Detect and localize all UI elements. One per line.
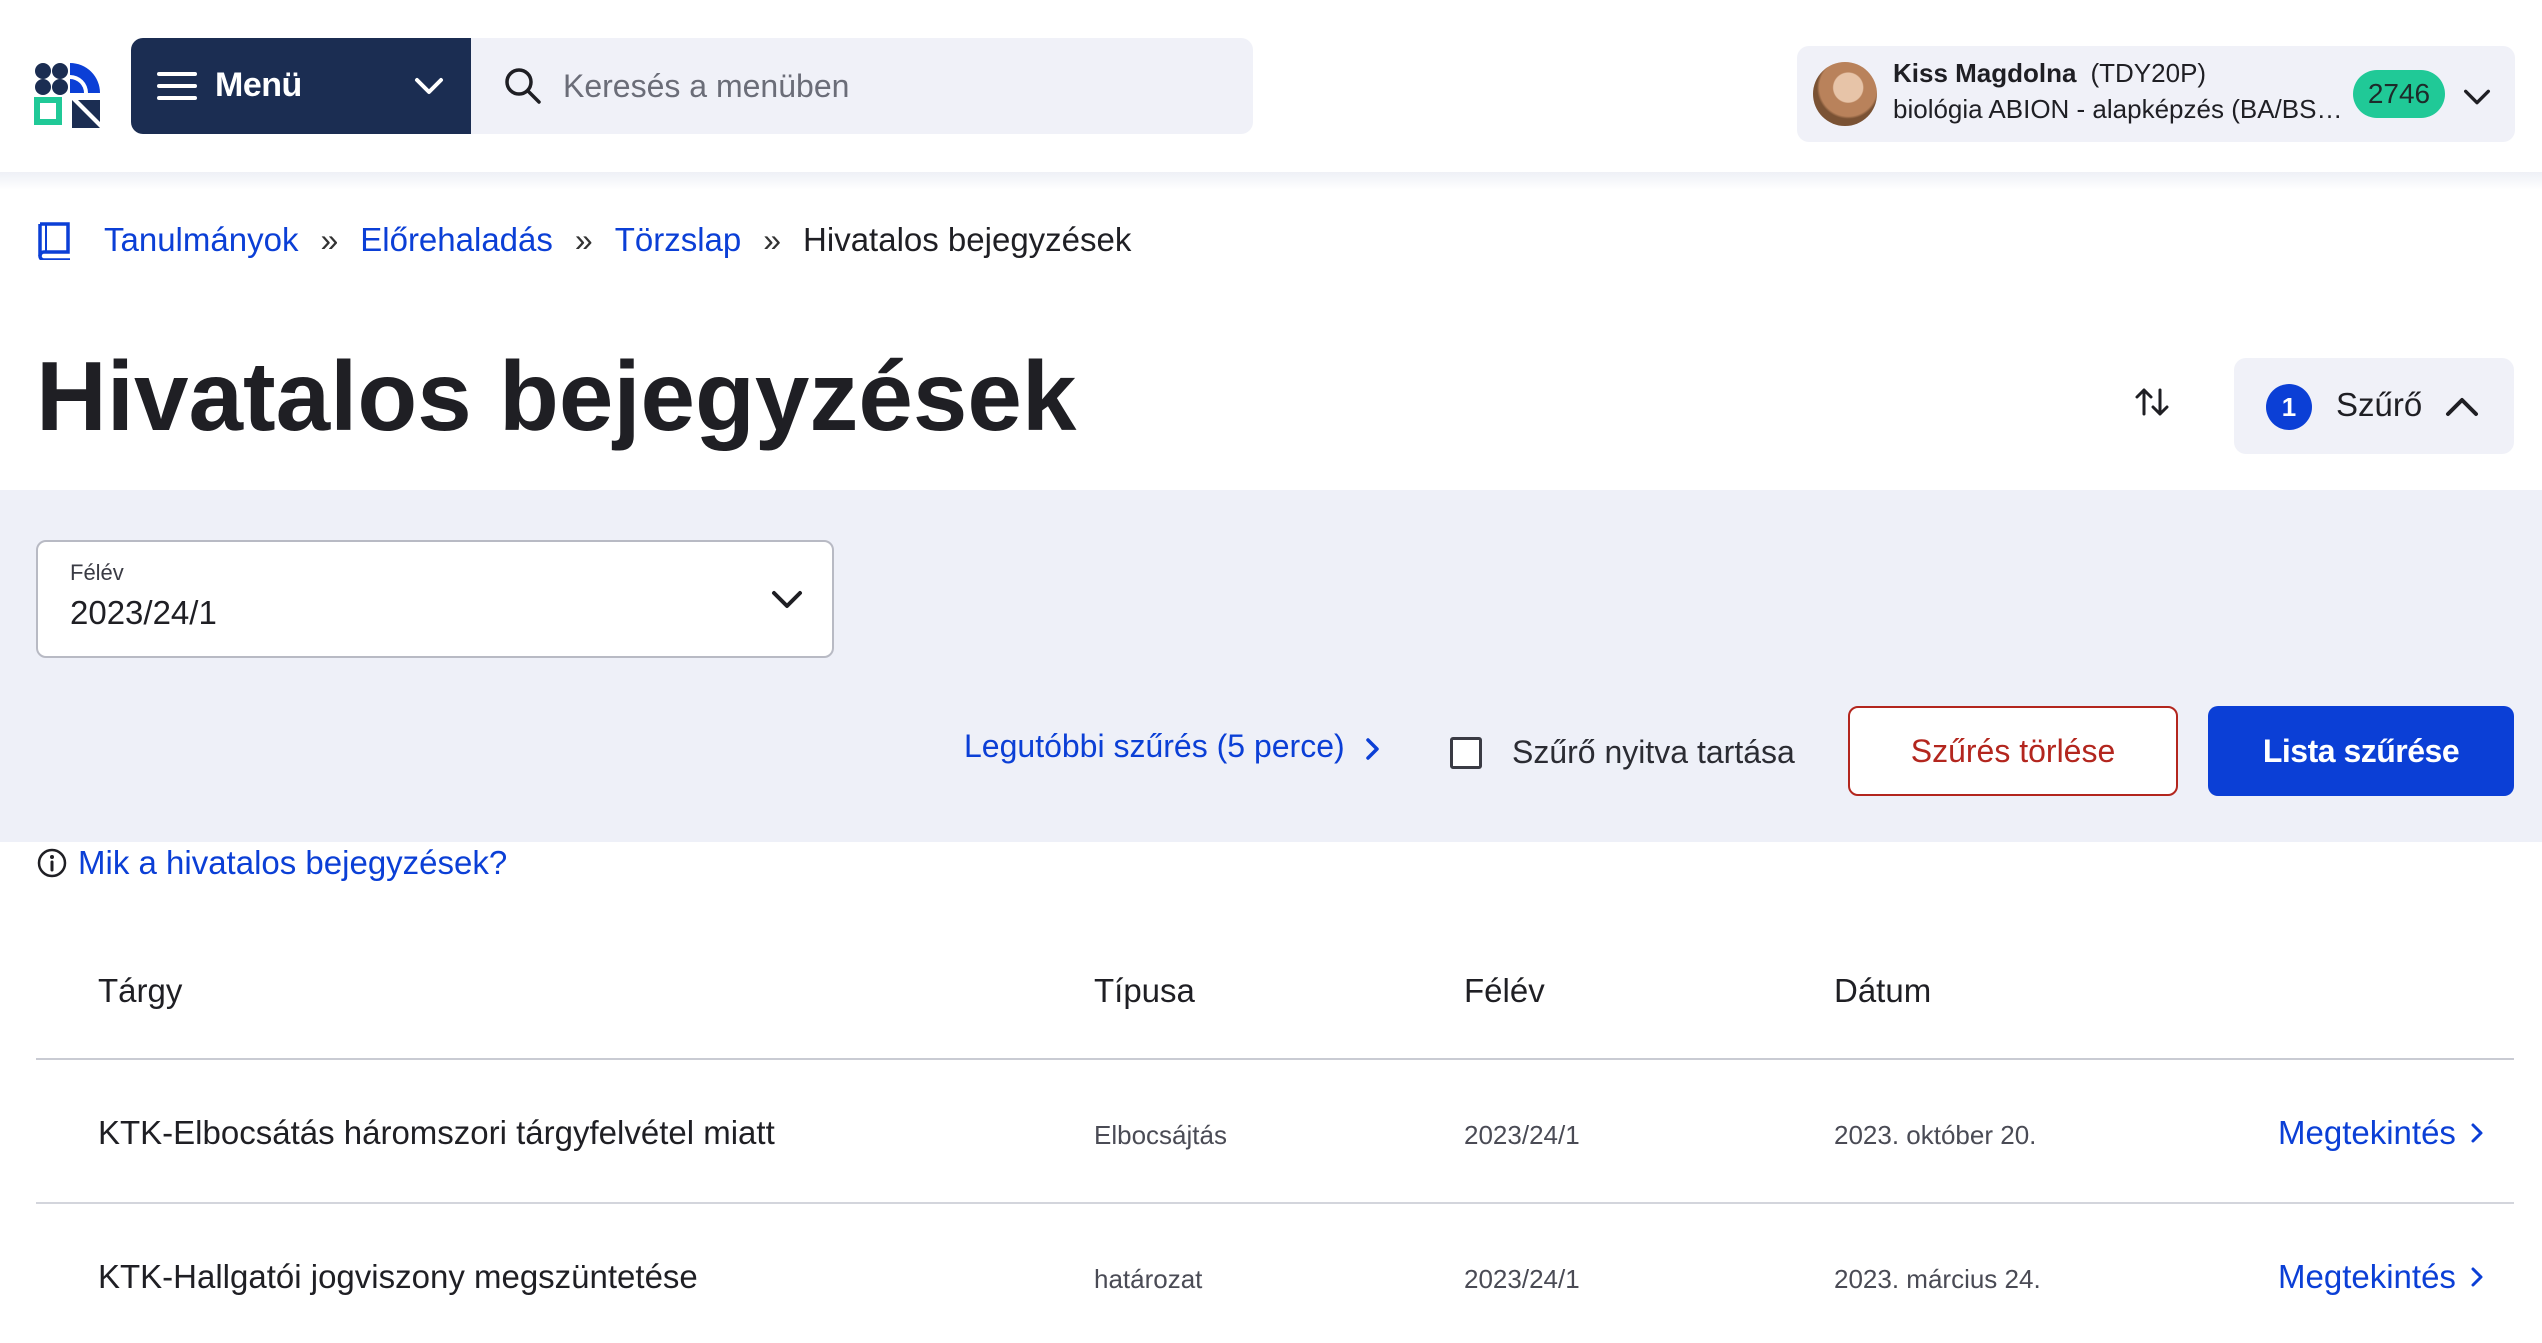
user-name: Kiss Magdolna — [1893, 58, 2077, 88]
user-program: biológia ABION - alapképzés (BA/BSc/... — [1893, 94, 2355, 124]
cell-semester: 2023/24/1 — [1464, 1264, 1580, 1294]
sort-icon[interactable] — [2130, 380, 2174, 424]
search-input[interactable] — [563, 60, 1223, 112]
keep-open-label: Szűrő nyitva tartása — [1512, 734, 1795, 770]
entries-table: Tárgy Típusa Félév Dátum KTK-Elbocsátás … — [36, 950, 2514, 1343]
breadcrumb-separator: » — [574, 221, 593, 258]
chevron-right-icon — [2471, 1123, 2483, 1143]
chevron-down-icon — [2464, 89, 2490, 105]
app-logo[interactable] — [34, 62, 102, 128]
breadcrumb-link-torzslap[interactable]: Törzslap — [615, 221, 742, 259]
column-header-subject[interactable]: Tárgy — [98, 972, 182, 1010]
breadcrumb-link-tanulmanyok[interactable]: Tanulmányok — [104, 221, 298, 259]
filter-count-badge: 1 — [2266, 384, 2312, 430]
hamburger-icon — [157, 72, 197, 100]
cell-semester: 2023/24/1 — [1464, 1120, 1580, 1150]
breadcrumb-separator: » — [320, 221, 339, 258]
view-link-label: Megtekintés — [2278, 1114, 2456, 1151]
cell-type: Elbocsájtás — [1094, 1120, 1227, 1150]
chevron-up-icon — [2446, 398, 2478, 416]
recent-filter-label: Legutóbbi szűrés (5 perce) — [964, 728, 1345, 764]
view-link[interactable]: Megtekintés — [2278, 1258, 2486, 1296]
semester-select-label: Félév — [70, 560, 124, 585]
cell-subject: KTK-Elbocsátás háromszori tárgyfelvétel … — [98, 1114, 775, 1151]
book-icon — [38, 222, 70, 260]
breadcrumb-link-elorehaladas[interactable]: Előrehaladás — [360, 221, 553, 259]
view-link[interactable]: Megtekintés — [2278, 1114, 2486, 1152]
user-profile-menu[interactable]: Kiss Magdolna (TDY20P) biológia ABION - a… — [1797, 46, 2515, 142]
recent-filter-link[interactable]: Legutóbbi szűrés (5 perce) — [964, 728, 1384, 765]
filter-toggle-label: Szűrő — [2336, 386, 2423, 423]
menu-search — [471, 38, 1253, 134]
filter-toggle-button[interactable]: 1 Szűrő — [2234, 358, 2514, 454]
cell-type: határozat — [1094, 1264, 1203, 1294]
breadcrumb-separator: » — [763, 221, 782, 258]
keep-open-checkbox[interactable] — [1450, 736, 1482, 769]
apply-filter-button[interactable]: Lista szűrése — [2208, 706, 2514, 796]
search-icon — [505, 68, 541, 104]
column-header-type[interactable]: Típusa — [1094, 972, 1195, 1010]
table-header: Tárgy Típusa Félév Dátum — [36, 950, 2514, 1060]
cell-date: 2023. október 20. — [1834, 1120, 2037, 1150]
avatar — [1813, 62, 1877, 126]
info-link-label: Mik a hivatalos bejegyzések? — [78, 844, 508, 881]
info-link[interactable]: Mik a hivatalos bejegyzések? — [36, 844, 507, 882]
table-row: KTK-Elbocsátás háromszori tárgyfelvétel … — [36, 1060, 2514, 1204]
table-row: KTK-Hallgatói jogviszony megszüntetése h… — [36, 1204, 2514, 1343]
semester-select-value: 2023/24/1 — [70, 594, 217, 631]
column-header-date[interactable]: Dátum — [1834, 972, 1931, 1010]
cell-subject: KTK-Hallgatói jogviszony megszüntetése — [98, 1258, 698, 1295]
menu-label: Menü — [215, 66, 302, 104]
view-link-label: Megtekintés — [2278, 1258, 2456, 1295]
notification-badge[interactable]: 2746 — [2353, 70, 2445, 118]
breadcrumb-current: Hivatalos bejegyzések — [803, 221, 1132, 258]
semester-select[interactable]: Félév 2023/24/1 — [36, 540, 834, 658]
chevron-right-icon — [2471, 1267, 2483, 1287]
column-header-semester[interactable]: Félév — [1464, 972, 1545, 1010]
menu-button[interactable]: Menü — [131, 38, 471, 134]
chevron-down-icon — [772, 591, 802, 608]
clear-filter-button[interactable]: Szűrés törlése — [1848, 706, 2178, 796]
header-shadow — [0, 172, 2542, 190]
top-header: Menü Kiss Magdolna (TDY20P) biológia ABIO… — [0, 0, 2542, 172]
chevron-right-icon — [1365, 737, 1379, 760]
user-code: (TDY20P) — [2090, 58, 2207, 88]
chevron-down-icon — [415, 78, 443, 94]
user-name-line: Kiss Magdolna (TDY20P) — [1893, 58, 2206, 89]
cell-date: 2023. március 24. — [1834, 1264, 2041, 1294]
info-icon — [37, 848, 67, 878]
page-title: Hivatalos bejegyzések — [36, 341, 1077, 451]
breadcrumb: Tanulmányok » Előrehaladás » Törzslap » … — [36, 220, 1131, 260]
keep-filter-open: Szűrő nyitva tartása — [1450, 734, 1795, 771]
